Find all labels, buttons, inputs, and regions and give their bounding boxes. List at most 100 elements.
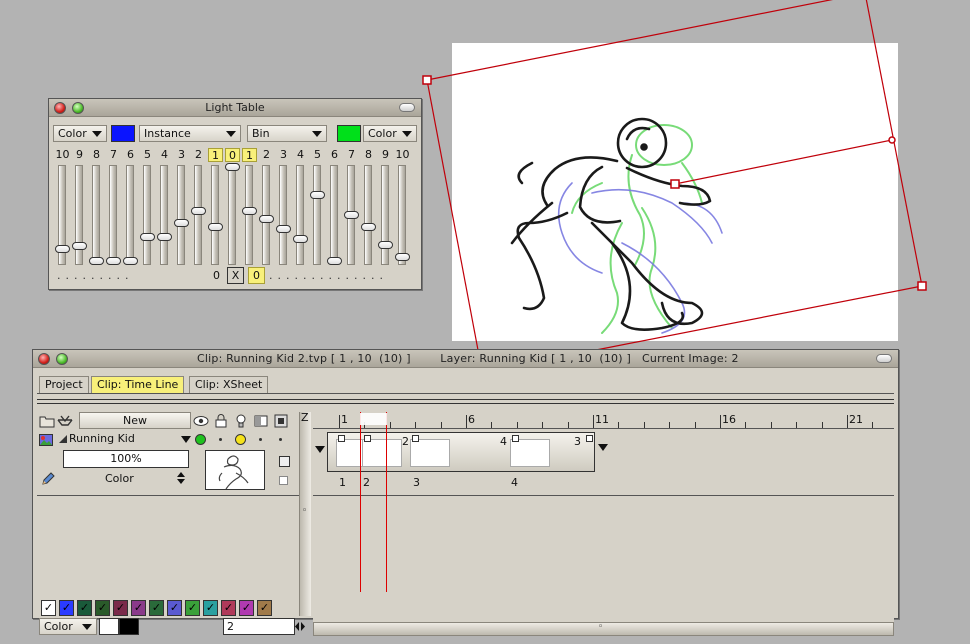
opacity-slider-knob[interactable] bbox=[208, 223, 223, 231]
clip-menu-chevron-icon[interactable] bbox=[598, 444, 608, 451]
opacity-slider-knob[interactable] bbox=[378, 241, 393, 249]
white-color-swatch[interactable] bbox=[99, 618, 119, 635]
collapse-button[interactable] bbox=[399, 103, 415, 112]
black-color-swatch[interactable] bbox=[119, 618, 139, 635]
color-tag-3[interactable]: ✓ bbox=[77, 600, 92, 616]
color-tag-12[interactable]: ✓ bbox=[239, 600, 254, 616]
stamp-icon[interactable] bbox=[273, 414, 289, 428]
visibility-dot[interactable] bbox=[195, 434, 206, 445]
frame-ruler[interactable]: 1 6 11 16 21 bbox=[313, 412, 894, 429]
opacity-slider-knob[interactable] bbox=[55, 245, 70, 253]
color-tag-13[interactable]: ✓ bbox=[257, 600, 272, 616]
left-right-arrows-icon[interactable] bbox=[295, 622, 305, 631]
opacity-slider-track[interactable] bbox=[398, 165, 406, 265]
timeline-area[interactable]: Z 1 6 11 16 21 2 4 3 1 2 3 4 bbox=[301, 411, 894, 636]
opacity-slider-track[interactable] bbox=[313, 165, 321, 265]
reset-button[interactable]: X bbox=[227, 267, 244, 284]
color-tag-6[interactable]: ✓ bbox=[131, 600, 146, 616]
background-toggle-icon[interactable] bbox=[253, 414, 269, 428]
keyframe-marker[interactable] bbox=[338, 435, 345, 442]
left-color-swatch[interactable] bbox=[111, 125, 135, 142]
opacity-slider-track[interactable] bbox=[245, 165, 253, 265]
opacity-slider-knob[interactable] bbox=[276, 225, 291, 233]
opacity-slider-track[interactable] bbox=[109, 165, 117, 265]
lighttable-dot[interactable] bbox=[235, 434, 246, 445]
lightbulb-icon[interactable] bbox=[233, 414, 249, 428]
opacity-slider-knob[interactable] bbox=[174, 219, 189, 227]
color-tag-10[interactable]: ✓ bbox=[203, 600, 218, 616]
keyframe-marker[interactable] bbox=[364, 435, 371, 442]
clip-titlebar[interactable]: Clip: Running Kid 2.tvp [ 1 , 10 (10) ] … bbox=[33, 350, 898, 368]
collapse-button[interactable] bbox=[876, 354, 892, 363]
opacity-slider-track[interactable] bbox=[75, 165, 83, 265]
layer-thumbnail[interactable] bbox=[205, 450, 265, 490]
opacity-slider-track[interactable] bbox=[92, 165, 100, 265]
opacity-slider-track[interactable] bbox=[381, 165, 389, 265]
right-source-select[interactable]: Bin bbox=[247, 125, 327, 142]
playhead-line-current[interactable] bbox=[386, 412, 387, 592]
keyframe-marker[interactable] bbox=[512, 435, 519, 442]
frame-thumbnail[interactable] bbox=[510, 439, 550, 467]
opacity-slider-knob[interactable] bbox=[72, 242, 87, 250]
light-table-titlebar[interactable]: Light Table bbox=[49, 99, 421, 117]
left-mode-select[interactable]: Color bbox=[53, 125, 107, 142]
opacity-slider-track[interactable] bbox=[194, 165, 202, 265]
color-tag-2[interactable]: ✓ bbox=[59, 600, 74, 616]
opacity-slider-knob[interactable] bbox=[361, 223, 376, 231]
tab-project[interactable]: Project bbox=[39, 376, 89, 393]
opacity-slider-track[interactable] bbox=[160, 165, 168, 265]
opacity-slider-knob[interactable] bbox=[293, 235, 308, 243]
left-source-select[interactable]: Instance bbox=[139, 125, 241, 142]
opacity-slider-knob[interactable] bbox=[327, 257, 342, 265]
opacity-slider-track[interactable] bbox=[279, 165, 287, 265]
timeline-horizontal-scrollbar[interactable]: ◦ bbox=[313, 622, 894, 636]
opacity-slider-knob[interactable] bbox=[242, 207, 257, 215]
opacity-slider-knob[interactable] bbox=[191, 207, 206, 215]
keyframe-marker[interactable] bbox=[586, 435, 593, 442]
folder-icon[interactable] bbox=[39, 414, 55, 428]
chevron-down-icon[interactable] bbox=[181, 436, 191, 443]
color-tag-4[interactable]: ✓ bbox=[95, 600, 110, 616]
opacity-field[interactable]: 100% bbox=[63, 450, 189, 468]
stamp-dot[interactable] bbox=[279, 438, 282, 441]
playhead-line-start[interactable] bbox=[360, 412, 361, 592]
collapse-track-icon[interactable] bbox=[315, 446, 325, 453]
opacity-slider-track[interactable] bbox=[330, 165, 338, 265]
opacity-slider-knob[interactable] bbox=[89, 257, 104, 265]
blend-mode-select[interactable]: Color bbox=[105, 472, 134, 485]
opacity-slider-track[interactable] bbox=[126, 165, 134, 265]
color-tag-11[interactable]: ✓ bbox=[221, 600, 236, 616]
drawing-canvas[interactable] bbox=[452, 43, 898, 341]
opacity-slider-track[interactable] bbox=[211, 165, 219, 265]
tab-clip-timeline[interactable]: Clip: Time Line bbox=[91, 376, 185, 393]
frame-thumbnail[interactable] bbox=[410, 439, 450, 467]
tab-clip-xsheet[interactable]: Clip: XSheet bbox=[189, 376, 269, 393]
layer-row[interactable]: Running Kid 100% Color bbox=[37, 430, 299, 496]
bottom-mode-select[interactable]: Color bbox=[39, 618, 97, 635]
lock-icon[interactable] bbox=[213, 414, 229, 428]
inbox-icon[interactable] bbox=[57, 414, 73, 428]
opacity-slider-knob[interactable] bbox=[106, 257, 121, 265]
color-tag-9[interactable]: ✓ bbox=[185, 600, 200, 616]
frame-thumbnail[interactable] bbox=[362, 439, 402, 467]
up-down-arrows-icon[interactable] bbox=[177, 472, 185, 484]
opacity-slider-track[interactable] bbox=[177, 165, 185, 265]
background-dot[interactable] bbox=[259, 438, 262, 441]
right-color-swatch[interactable] bbox=[337, 125, 361, 142]
layer-option-icon[interactable] bbox=[279, 456, 290, 467]
transform-handle-bottom-right[interactable] bbox=[917, 281, 927, 291]
opacity-slider-track[interactable] bbox=[143, 165, 151, 265]
opacity-slider-knob[interactable] bbox=[395, 253, 410, 261]
eye-icon[interactable] bbox=[193, 414, 209, 428]
color-tag-7[interactable]: ✓ bbox=[149, 600, 164, 616]
opacity-slider-track[interactable] bbox=[364, 165, 372, 265]
expand-triangle-icon[interactable] bbox=[59, 435, 67, 443]
transform-handle-top-left[interactable] bbox=[422, 75, 432, 85]
new-layer-button[interactable]: New bbox=[79, 412, 191, 429]
opacity-slider-knob[interactable] bbox=[259, 215, 274, 223]
color-tag-1[interactable]: ✓ bbox=[41, 600, 56, 616]
layer-option-small-icon[interactable] bbox=[279, 476, 288, 485]
current-image-field[interactable]: 2 bbox=[223, 618, 295, 635]
close-button[interactable] bbox=[38, 353, 50, 365]
layer-vertical-scrollbar[interactable]: ◦ bbox=[299, 412, 311, 616]
